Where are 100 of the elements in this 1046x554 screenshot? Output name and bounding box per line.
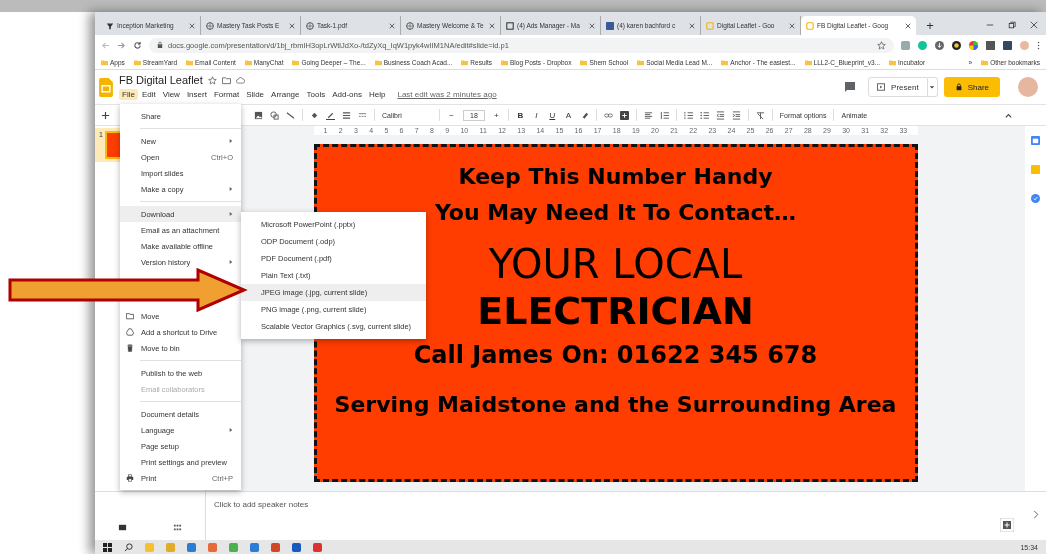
menu-item[interactable]: Slide [243,89,268,100]
calendar-icon[interactable] [1031,136,1040,145]
folder-icon [126,312,134,320]
format-button[interactable]: A [563,110,573,120]
folder-icon [804,58,812,66]
square-icon [606,21,614,30]
app-icon[interactable] [187,542,196,552]
folder-icon [292,58,300,66]
menu-item[interactable]: Help [366,89,389,100]
menu-item[interactable]: Arrange [268,89,303,100]
folder-icon [580,58,588,66]
close-icon[interactable] [789,22,795,29]
present-dropdown[interactable] [927,77,938,97]
link-icon[interactable] [603,110,613,120]
numbered-list-icon[interactable] [683,110,693,120]
close-icon[interactable] [905,22,911,29]
restore-icon[interactable] [1008,21,1016,29]
slide-text: Serving Maidstone and the Surrounding Area [334,391,897,419]
app-icon[interactable] [271,542,280,552]
grid-view-icon[interactable] [173,523,182,532]
color-wheel-icon[interactable] [969,40,978,50]
folder-icon [889,58,897,66]
slide-text: YOUR LOCAL [488,241,743,287]
format-button[interactable]: I [531,110,541,120]
close-icon[interactable] [689,22,695,29]
cloud-icon[interactable] [235,75,245,85]
menu-item[interactable]: File [119,89,138,100]
format-button[interactable]: U [547,110,557,120]
close-icon[interactable] [189,22,195,29]
star-icon[interactable] [207,75,217,85]
close-icon[interactable] [589,22,595,29]
format-button[interactable]: B [515,110,525,120]
slide-text: You May Need It To Contact… [434,199,797,227]
add-comment-icon[interactable] [619,110,629,120]
folder-icon [461,58,469,66]
decrease-indent-icon[interactable] [715,110,725,120]
menu-item[interactable]: Add-ons [329,89,365,100]
increase-indent-icon[interactable] [731,110,741,120]
star-icon[interactable] [877,40,886,50]
speaker-notes-field[interactable]: Click to add speaker notes [206,492,1026,540]
chevron-icon[interactable] [1033,510,1039,519]
plus-icon[interactable] [101,110,110,120]
folder-icon[interactable] [221,75,231,85]
app-icon[interactable] [250,542,259,552]
new-tab-button[interactable]: + [920,16,940,35]
folder-icon [981,58,989,66]
line-spacing-icon[interactable] [659,110,669,120]
document-title[interactable]: FB Digital Leaflet [119,74,203,86]
folder-icon [186,58,194,66]
menu-item[interactable]: View [159,89,183,100]
globe-icon [306,21,314,30]
clear-formatting-icon[interactable] [755,110,765,120]
square-icon [506,21,514,30]
folder-icon [501,58,509,66]
add-icon[interactable] [1000,518,1014,532]
menu-item[interactable]: Insert [183,89,210,100]
menu-item[interactable]: Format [210,89,243,100]
line-icon[interactable] [286,110,295,120]
drive-icon [126,328,134,336]
slides-icon [706,21,714,30]
folder-icon [374,58,382,66]
folder-icon [133,58,141,66]
tasks-icon[interactable] [1031,194,1040,203]
menu-item[interactable]: Edit [138,89,159,100]
folder-icon [721,58,729,66]
play-icon [877,83,886,91]
reload-icon[interactable] [133,40,142,50]
search-icon[interactable] [124,542,133,552]
last-edit-link[interactable]: Last edit was 2 minutes ago [397,90,497,99]
trash-icon [126,344,134,352]
download-icon[interactable] [935,40,944,50]
border-dash-icon[interactable] [358,110,367,120]
forward-icon[interactable] [117,40,126,50]
fill-color-icon[interactable] [310,110,319,120]
windows-icon[interactable] [103,542,112,552]
pen-icon[interactable] [326,110,335,120]
present-button[interactable]: Present [868,77,928,97]
list-view-icon[interactable] [118,523,127,532]
app-icon[interactable] [292,542,301,552]
image-icon[interactable] [254,110,263,120]
decrease-size-button[interactable]: − [447,110,456,120]
bulleted-list-icon[interactable] [699,110,709,120]
align-icon[interactable] [643,110,653,120]
comment-icon[interactable] [844,81,857,93]
close-icon[interactable] [289,22,295,29]
close-icon[interactable] [489,22,495,29]
menu-item[interactable]: Tools [303,89,329,100]
caret-icon [929,84,936,90]
folder-icon [637,58,645,66]
app-icon[interactable] [313,542,322,552]
shapes-icon[interactable] [270,110,279,120]
folder-icon [244,58,252,66]
close-icon[interactable] [389,22,395,29]
app-icon[interactable] [208,542,217,552]
extension-icon[interactable] [952,40,961,50]
slide-text: ELECTRICIAN [477,288,754,335]
border-weight-icon[interactable] [342,110,351,120]
increase-size-button[interactable]: + [491,110,501,120]
close-icon[interactable] [1030,21,1038,29]
share-button[interactable]: Share [943,77,1000,97]
